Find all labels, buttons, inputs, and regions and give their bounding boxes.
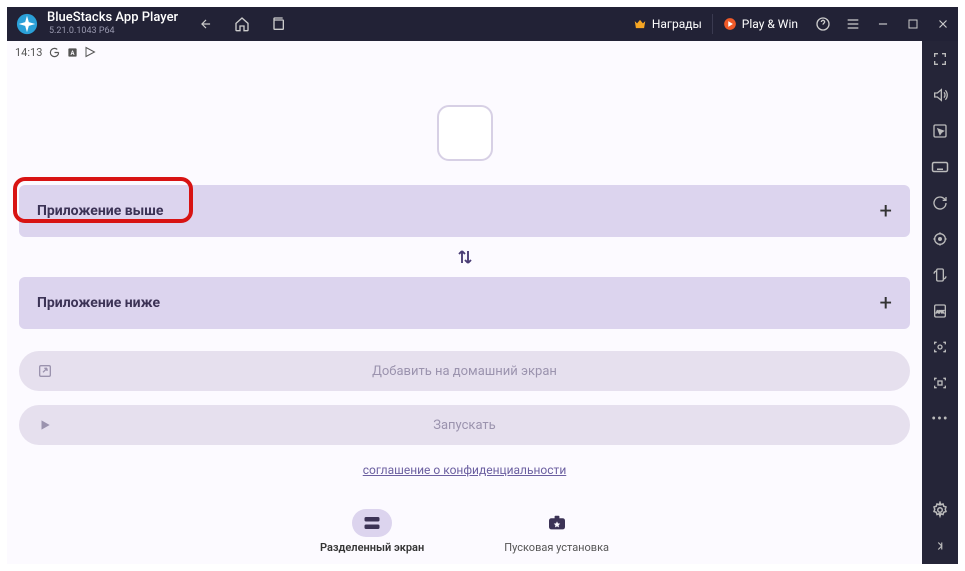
screenshot-icon[interactable]	[930, 337, 950, 357]
collapse-icon[interactable]	[930, 536, 950, 556]
maximize-button[interactable]	[898, 7, 928, 41]
recent-button[interactable]	[270, 16, 286, 32]
google-icon	[48, 46, 60, 58]
svg-text:APK: APK	[936, 309, 944, 314]
play-icon	[84, 46, 96, 58]
split-screen-icon	[352, 509, 392, 537]
minimize-button[interactable]	[868, 7, 898, 41]
more-icon[interactable]: •••	[930, 409, 950, 429]
apk-icon[interactable]: APK	[930, 301, 950, 321]
app-above-label: Приложение выше	[37, 203, 163, 219]
app-version: 5.21.0.1043 P64	[49, 27, 178, 37]
right-sidebar: APK •••	[922, 41, 958, 564]
app-logo	[15, 12, 39, 36]
rewards-label: Награды	[652, 17, 702, 31]
app-below-label: Приложение ниже	[37, 295, 160, 311]
help-button[interactable]	[808, 7, 838, 41]
add-home-label: Добавить на домашний экран	[372, 364, 557, 379]
settings-icon[interactable]	[930, 500, 950, 520]
svg-text:A: A	[70, 49, 74, 56]
nav-launcher-label: Пусковая установка	[504, 541, 609, 554]
swap-icon[interactable]	[456, 247, 474, 267]
launch-label: Запускать	[433, 418, 495, 433]
keyboard-icon[interactable]	[930, 157, 950, 177]
record-icon[interactable]	[930, 373, 950, 393]
add-home-button[interactable]: Добавить на домашний экран	[19, 351, 910, 391]
volume-icon[interactable]	[930, 85, 950, 105]
launch-button[interactable]: Запускать	[19, 405, 910, 445]
sync-icon[interactable]	[930, 193, 950, 213]
playwin-button[interactable]: Play & Win	[713, 7, 808, 41]
launcher-icon	[537, 509, 577, 537]
crown-icon	[633, 17, 647, 31]
cursor-icon[interactable]	[930, 121, 950, 141]
playwin-icon	[723, 17, 737, 31]
rotate-icon[interactable]	[930, 265, 950, 285]
android-statusbar: 14:13 A	[7, 41, 922, 63]
bottom-nav: Разделенный экран Пусковая установка	[320, 498, 609, 564]
app-above-row[interactable]: Приложение выше +	[19, 185, 910, 237]
nav-split-label: Разделенный экран	[320, 541, 424, 554]
main-content: 14:13 A Приложение выше + Приложение ниж…	[7, 41, 922, 564]
close-button[interactable]	[928, 7, 958, 41]
home-button[interactable]	[234, 16, 250, 32]
rewards-button[interactable]: Награды	[623, 7, 712, 41]
add-home-icon	[37, 363, 53, 379]
playwin-label: Play & Win	[742, 17, 798, 31]
fullscreen-icon[interactable]	[930, 49, 950, 69]
translate-icon: A	[66, 46, 78, 58]
plus-icon: +	[880, 291, 892, 316]
nav-split-screen[interactable]: Разделенный экран	[320, 509, 424, 554]
back-button[interactable]	[198, 16, 214, 32]
location-icon[interactable]	[930, 229, 950, 249]
titlebar: BlueStacks App Player 5.21.0.1043 P64 На…	[7, 7, 958, 41]
privacy-link[interactable]: соглашение о конфиденциальности	[363, 463, 567, 477]
plus-icon: +	[880, 199, 892, 224]
app-preview-box[interactable]	[437, 105, 493, 161]
menu-button[interactable]	[838, 7, 868, 41]
nav-launcher[interactable]: Пусковая установка	[504, 509, 609, 554]
status-time: 14:13	[15, 46, 42, 59]
app-below-row[interactable]: Приложение ниже +	[19, 277, 910, 329]
launch-icon	[37, 417, 53, 433]
app-title: BlueStacks App Player	[47, 11, 178, 25]
